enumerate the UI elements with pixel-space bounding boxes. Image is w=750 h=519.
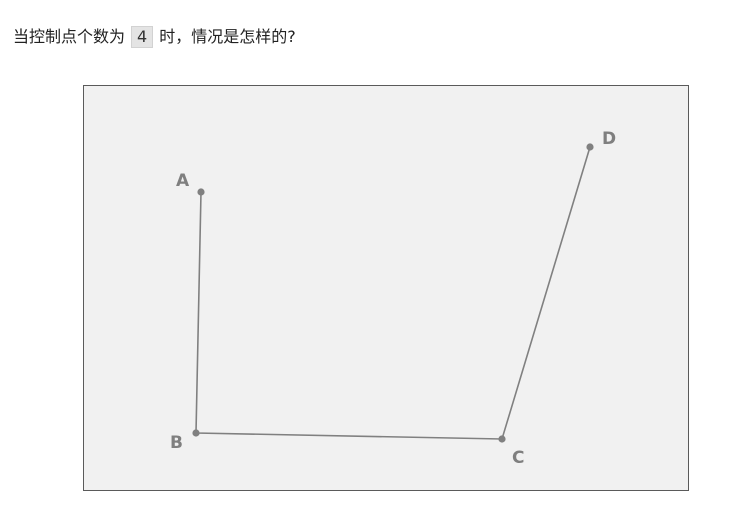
point-c[interactable]: [498, 435, 506, 443]
point-b[interactable]: [192, 429, 200, 437]
point-d[interactable]: [586, 143, 594, 151]
drawing-canvas: A B C D: [83, 85, 689, 491]
question-prefix: 当控制点个数为: [13, 27, 126, 46]
label-c: C: [512, 448, 524, 468]
control-polygon-diagram: A B C D: [170, 129, 616, 468]
label-d: D: [602, 129, 616, 149]
label-a: A: [176, 171, 190, 191]
control-point-count: 4: [131, 26, 154, 48]
control-polygon: [195, 146, 591, 440]
question-text: 当控制点个数为 4 时，情况是怎样的?: [13, 26, 296, 48]
label-b: B: [170, 433, 183, 453]
point-a[interactable]: [197, 188, 205, 196]
question-suffix: 时，情况是怎样的?: [159, 27, 296, 46]
